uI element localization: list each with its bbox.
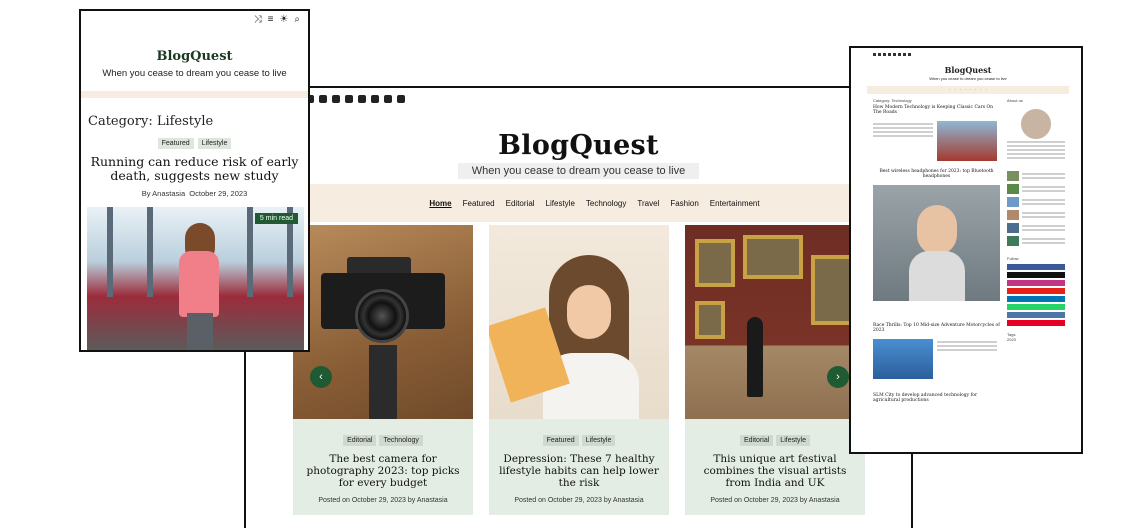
tag-link[interactable]: 2023 <box>1007 337 1065 342</box>
post-title[interactable]: Running can reduce risk of early death, … <box>81 155 308 183</box>
mobile-topbar: ⤨ ≡ ☀ ⌕ <box>81 11 308 31</box>
tag-chip[interactable]: Lifestyle <box>581 435 616 446</box>
youtube-icon[interactable] <box>332 95 340 103</box>
post-author[interactable]: Anastasia <box>809 497 840 504</box>
motorcycle-image[interactable] <box>873 339 933 379</box>
tag-chip[interactable]: Technology <box>379 435 423 446</box>
slide-title[interactable]: This unique art festival combines the vi… <box>685 453 865 489</box>
site-tagline: When you cease to dream you cease to liv… <box>929 76 1007 81</box>
classic-car-image[interactable] <box>937 121 997 161</box>
social-icons <box>306 95 405 103</box>
post-date[interactable]: October 29, 2023 <box>744 497 798 504</box>
tag-chip[interactable]: Lifestyle <box>776 435 810 446</box>
category-heading: Category: Lifestyle <box>88 114 214 129</box>
mobile-preview: ⤨ ≡ ☀ ⌕ BlogQuest When you cease to drea… <box>79 9 310 352</box>
desktop-topbar: ⤨ ☀ <box>246 88 911 110</box>
pinterest-follow-button[interactable] <box>1007 320 1065 326</box>
post-meta: By Anastasia October 29, 2023 <box>141 189 248 198</box>
slider: Editorial Technology The best camera for… <box>293 225 911 515</box>
tag-chip[interactable]: Featured <box>157 138 194 149</box>
vk-icon[interactable] <box>384 95 392 103</box>
post-list: Category: Technology How Modern Technolo… <box>873 98 1000 403</box>
gallery-image[interactable] <box>685 225 865 419</box>
post-author[interactable]: Anastasia <box>613 497 644 504</box>
site-title[interactable]: BlogQuest <box>867 65 1069 75</box>
site-tagline: When you cease to dream you cease to liv… <box>457 163 700 179</box>
site-title[interactable]: BlogQuest <box>81 49 308 64</box>
slider-prev-button[interactable]: ‹ <box>310 366 332 388</box>
instagram-icon[interactable] <box>319 95 327 103</box>
shuffle-icon[interactable]: ⤨ <box>254 14 262 31</box>
instagram-follow-button[interactable] <box>1007 280 1065 286</box>
post-title[interactable]: Race Thrills: Top 10 Mid-size Adventure … <box>873 323 1000 333</box>
sidebar: About us Follow Tags 2023 <box>1007 98 1065 342</box>
facebook-follow-button[interactable] <box>1007 264 1065 270</box>
slide-meta: Posted on October 29, 2023 by Anastasia <box>710 497 840 504</box>
slide-meta: Posted on October 29, 2023 by Anastasia <box>318 497 448 504</box>
social-icons <box>867 48 1069 60</box>
avatar <box>1021 109 1051 139</box>
slide-meta: Posted on October 29, 2023 by Anastasia <box>514 497 644 504</box>
nav-featured[interactable]: Featured <box>463 199 495 208</box>
tag-chip[interactable]: Lifestyle <box>197 138 232 149</box>
search-icon[interactable]: ⌕ <box>294 14 300 31</box>
slide-title[interactable]: Depression: These 7 healthy lifestyle ha… <box>489 453 669 489</box>
nav-technology[interactable]: Technology <box>586 199 626 208</box>
follow-buttons <box>1007 264 1065 326</box>
post-author[interactable]: Anastasia <box>152 189 185 198</box>
whatsapp-icon[interactable] <box>371 95 379 103</box>
post-title[interactable]: Best wireless headphones for 2023: top B… <box>873 169 1000 179</box>
tag-chip[interactable]: Editorial <box>740 435 774 446</box>
runner-image[interactable]: 5 min read <box>87 207 304 350</box>
post-title[interactable]: SLM City to develop advanced technology … <box>873 393 1000 403</box>
slide-card[interactable]: Featured Lifestyle Depression: These 7 h… <box>489 225 669 515</box>
main-nav: Home Featured Editorial Lifestyle Techno… <box>278 184 911 222</box>
main-nav: · · · · · · · · <box>867 86 1069 94</box>
linkedin-icon[interactable] <box>345 95 353 103</box>
spotify-icon[interactable] <box>358 95 366 103</box>
nav-fashion[interactable]: Fashion <box>670 199 698 208</box>
nav-entertainment[interactable]: Entertainment <box>710 199 760 208</box>
nav-lifestyle[interactable]: Lifestyle <box>546 199 575 208</box>
tag-chip[interactable]: Editorial <box>343 435 377 446</box>
category-heading: Category: Technology <box>873 98 912 103</box>
nav-home[interactable]: Home <box>429 199 451 208</box>
vk-follow-button[interactable] <box>1007 312 1065 318</box>
sidebar-layout-preview: BlogQuest When you cease to dream you ce… <box>849 46 1083 454</box>
x-follow-button[interactable] <box>1007 272 1065 278</box>
youtube-follow-button[interactable] <box>1007 288 1065 294</box>
post-author[interactable]: Anastasia <box>417 497 448 504</box>
slider-next-button[interactable]: › <box>827 366 849 388</box>
tag-chip[interactable]: Featured <box>542 435 579 446</box>
post-date[interactable]: October 29, 2023 <box>548 497 602 504</box>
post-date[interactable]: October 29, 2023 <box>352 497 406 504</box>
camera-image[interactable] <box>293 225 473 419</box>
linkedin-follow-button[interactable] <box>1007 296 1065 302</box>
sun-icon[interactable]: ☀ <box>279 14 288 31</box>
nav-band <box>81 91 308 98</box>
headphones-image[interactable] <box>873 185 1000 301</box>
site-tagline: When you cease to dream you cease to liv… <box>102 68 287 79</box>
read-time-badge: 5 min read <box>254 213 298 224</box>
site-title[interactable]: BlogQuest <box>246 130 911 161</box>
desktop-preview: ⤨ ☀ BlogQuest When you cease to dream yo… <box>244 86 913 528</box>
pinterest-icon[interactable] <box>397 95 405 103</box>
about-heading: About us <box>1007 98 1023 103</box>
slide-title[interactable]: The best camera for photography 2023: to… <box>293 453 473 489</box>
post-date[interactable]: October 29, 2023 <box>189 189 247 198</box>
nav-editorial[interactable]: Editorial <box>506 199 535 208</box>
nav-travel[interactable]: Travel <box>637 199 659 208</box>
post-title[interactable]: How Modern Technology is Keeping Classic… <box>873 105 1000 115</box>
menu-icon[interactable]: ≡ <box>268 14 274 31</box>
reading-woman-image[interactable] <box>489 225 669 419</box>
follow-heading: Follow <box>1007 256 1019 261</box>
whatsapp-follow-button[interactable] <box>1007 304 1065 310</box>
